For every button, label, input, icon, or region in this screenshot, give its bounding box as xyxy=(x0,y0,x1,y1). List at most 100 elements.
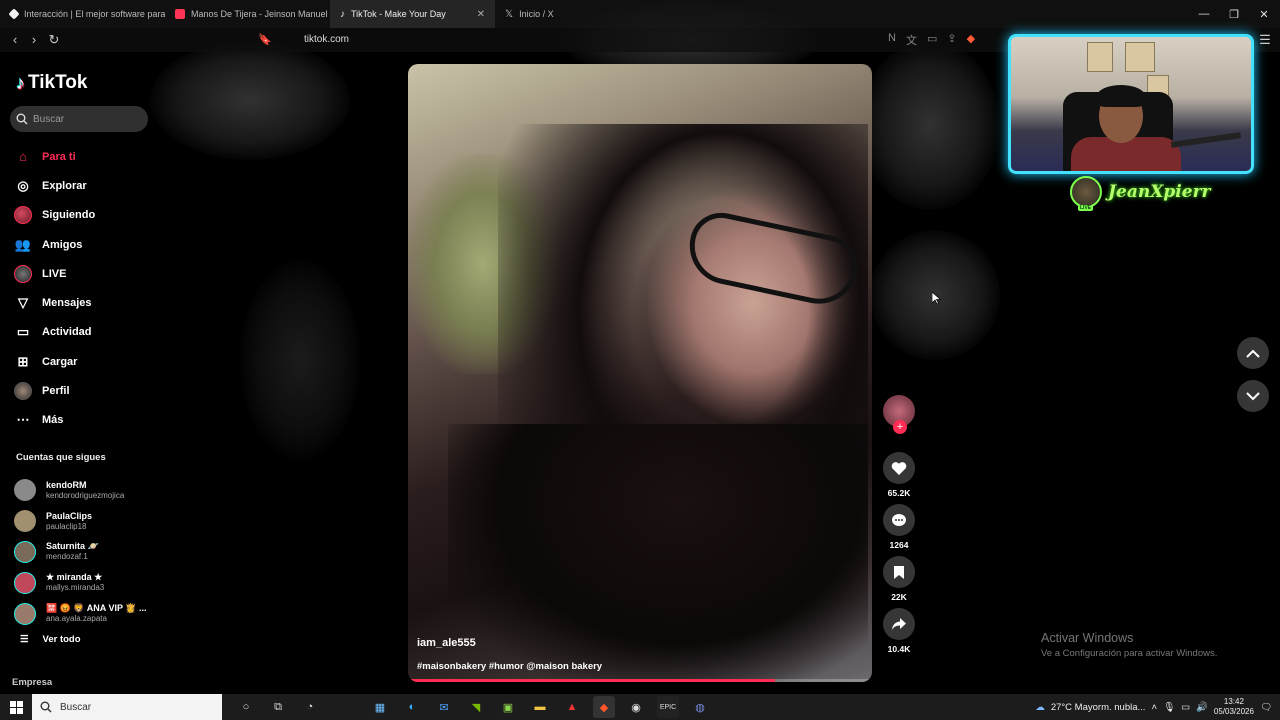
share-icon[interactable]: ⇪ xyxy=(947,32,956,48)
video-username[interactable]: iam_ale555 xyxy=(417,637,476,649)
translate-icon[interactable]: 文 xyxy=(906,32,917,48)
footer-empresa[interactable]: Empresa xyxy=(12,677,52,688)
obs-icon[interactable]: ◉ xyxy=(625,696,647,718)
shield-icon[interactable]: ◆ xyxy=(967,32,975,48)
weather-text[interactable]: 27°C Mayorm. nubla... xyxy=(1051,702,1146,713)
account-handle: kendorodriguezmojica xyxy=(46,490,125,500)
list-item[interactable]: kendoRM kendorodriguezmojica xyxy=(14,475,147,506)
comment-icon xyxy=(892,513,906,526)
next-video-button[interactable] xyxy=(1237,380,1269,412)
reader-icon[interactable]: ▭ xyxy=(927,32,937,48)
search-icon xyxy=(40,701,52,713)
bookmark-icon xyxy=(894,565,904,579)
app-icon[interactable]: ▣ xyxy=(497,696,519,718)
menu-item-para-ti[interactable]: ⌂ Para ti xyxy=(14,142,95,171)
creator-avatar[interactable]: + xyxy=(883,395,915,434)
site-icon xyxy=(8,8,20,20)
see-all-label: Ver todo xyxy=(42,634,81,645)
avatar xyxy=(14,479,36,502)
save-button[interactable] xyxy=(883,556,915,588)
account-name: Saturnita 🪐 xyxy=(46,541,99,552)
follow-plus-icon[interactable]: + xyxy=(893,420,907,434)
url-field[interactable]: tiktok.com xyxy=(304,34,349,45)
browser-tab[interactable]: Interacción | El mejor software para xyxy=(0,0,165,28)
menu-item-live[interactable]: LIVE xyxy=(14,259,95,288)
list-item[interactable]: 🈲 😡 🦁 ANA VIP 👸 ... ana.ayala.zapata xyxy=(14,598,147,629)
chevron-down-icon xyxy=(1246,391,1260,400)
browser-tab-active[interactable]: ♪ TikTok - Make Your Day ✕ xyxy=(330,0,495,28)
menu-item-actividad[interactable]: ▭ Actividad xyxy=(14,318,95,347)
file-explorer-icon[interactable]: ▬ xyxy=(529,696,551,718)
edge-icon[interactable]: ◐ xyxy=(401,696,423,718)
wall-poster xyxy=(1125,42,1155,72)
like-button[interactable] xyxy=(883,452,915,484)
mail-icon[interactable]: ✉ xyxy=(433,696,455,718)
browser-tab[interactable]: Manos De Tijera - Jeinson Manuel y xyxy=(165,0,330,28)
watermark-subtitle: Ve a Configuración para activar Windows. xyxy=(1041,648,1218,659)
menu-item-mas[interactable]: ⋯ Más xyxy=(14,406,95,435)
epic-games-icon[interactable]: EPIC xyxy=(657,696,679,718)
discord-icon[interactable]: ◍ xyxy=(689,696,711,718)
comment-button[interactable] xyxy=(883,504,915,536)
network-icon[interactable]: ▭ xyxy=(1181,702,1190,713)
streamer-hair xyxy=(1097,85,1145,107)
home-icon: ⌂ xyxy=(19,149,27,165)
close-tab-icon[interactable]: ✕ xyxy=(477,9,485,20)
notification-icon[interactable]: 🗨 xyxy=(1260,702,1272,713)
cortana-icon[interactable]: ○ xyxy=(235,696,257,718)
reload-button[interactable]: ↻ xyxy=(45,31,63,49)
menu-label: Explorar xyxy=(42,179,87,192)
brave-icon[interactable]: ◆ xyxy=(593,696,615,718)
task-view-icon[interactable]: ⧉ xyxy=(267,696,289,718)
menu-label: LIVE xyxy=(42,267,67,280)
taskbar-search[interactable]: Buscar xyxy=(32,694,222,720)
account-handle: mallys.miranda3 xyxy=(46,583,105,593)
youtube-icon xyxy=(175,9,185,19)
list-item[interactable]: ★ miranda ★ mallys.miranda3 xyxy=(14,567,147,598)
video-player[interactable]: iam_ale555 #maisonbakery #humor @maison … xyxy=(408,64,872,682)
menu-item-mensajes[interactable]: ▽ Mensajes xyxy=(14,288,95,317)
search-box[interactable] xyxy=(10,106,148,132)
search-input[interactable] xyxy=(33,113,143,125)
clock[interactable]: 13:42 05/03/2026 xyxy=(1214,697,1254,717)
tiktok-logo[interactable]: ♪ TikTok xyxy=(16,72,87,94)
avatar xyxy=(14,540,36,563)
share-button[interactable] xyxy=(883,608,915,640)
tray-chevron-up-icon[interactable]: ˄ xyxy=(1151,702,1157,713)
account-handle: paulaclip18 xyxy=(46,521,87,531)
previous-video-button[interactable] xyxy=(1237,337,1269,369)
video-caption[interactable]: #maisonbakery #humor @maison bakery xyxy=(417,661,602,672)
nvidia-icon[interactable]: ◥ xyxy=(465,696,487,718)
speedtest-icon[interactable]: ◔ xyxy=(299,696,321,718)
menu-item-siguiendo[interactable]: Siguiendo xyxy=(14,201,95,230)
menu-icon[interactable]: ☰ xyxy=(1256,31,1274,49)
microphone-icon[interactable]: 🎙 xyxy=(1163,702,1175,713)
account-name: ★ miranda ★ xyxy=(46,572,103,583)
list-item[interactable]: PaulaClips paulaclip18 xyxy=(14,506,147,537)
menu-item-explorar[interactable]: ◎ Explorar xyxy=(14,171,95,200)
upload-icon: ⊞ xyxy=(17,353,29,369)
forward-button[interactable]: › xyxy=(25,31,43,49)
minimize-button[interactable]: — xyxy=(1188,0,1220,28)
screen: Interacción | El mejor software para Man… xyxy=(0,0,1280,720)
start-button[interactable] xyxy=(0,694,32,720)
back-button[interactable]: ‹ xyxy=(6,31,24,49)
see-all-link[interactable]: ☰ Ver todo xyxy=(20,634,81,645)
restore-button[interactable]: ❐ xyxy=(1218,0,1250,28)
close-window-button[interactable]: ✕ xyxy=(1248,0,1280,28)
menu-label: Cargar xyxy=(42,355,78,368)
list-item[interactable]: Saturnita 🪐 mendozaf.1 xyxy=(14,537,147,568)
menu-item-perfil[interactable]: Perfil xyxy=(14,376,95,405)
microphone-arm xyxy=(1170,132,1242,148)
no-sound-icon[interactable]: N xyxy=(888,32,896,48)
browser-tab[interactable]: 𝕏 Inicio / X xyxy=(495,0,660,28)
video-progress-bar[interactable] xyxy=(408,679,872,682)
volume-icon[interactable]: 🔊 xyxy=(1196,702,1208,713)
menu-item-cargar[interactable]: ⊞ Cargar xyxy=(14,347,95,376)
store-icon[interactable]: ▦ xyxy=(369,696,391,718)
bookmark-icon[interactable]: 🔖 xyxy=(256,31,274,49)
menu-item-amigos[interactable]: 👥 Amigos xyxy=(14,230,95,259)
app-icon[interactable]: ▲ xyxy=(561,696,583,718)
tab-title: Manos De Tijera - Jeinson Manuel y xyxy=(191,9,330,19)
tab-title: TikTok - Make Your Day xyxy=(351,9,446,19)
